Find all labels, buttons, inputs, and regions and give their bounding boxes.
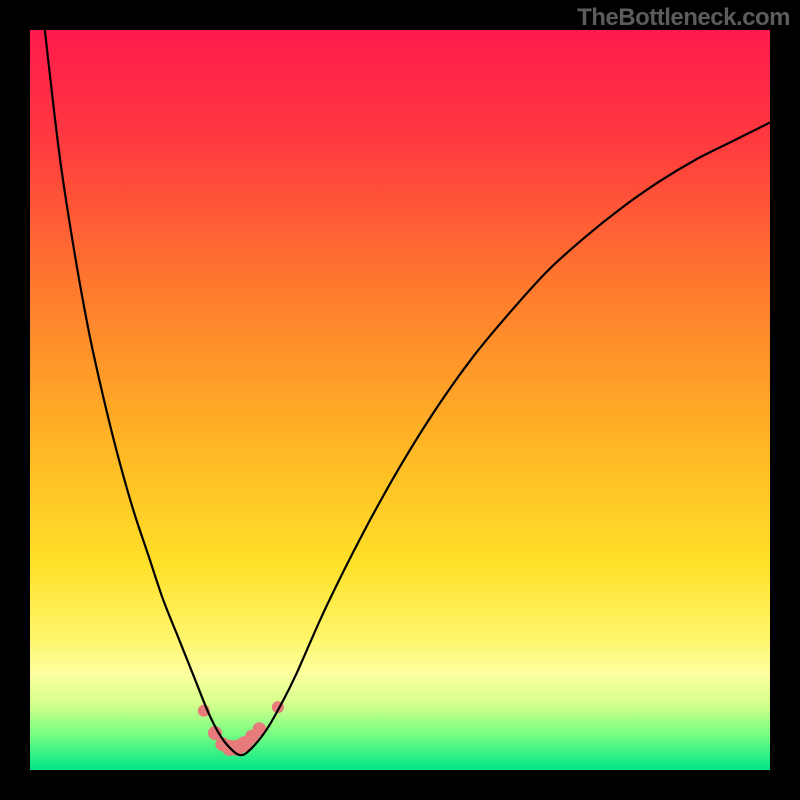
- plot-area: [30, 30, 770, 770]
- chart-svg: [30, 30, 770, 770]
- watermark-text: TheBottleneck.com: [577, 4, 790, 32]
- chart-frame: [0, 0, 800, 800]
- gradient-background: [30, 30, 770, 770]
